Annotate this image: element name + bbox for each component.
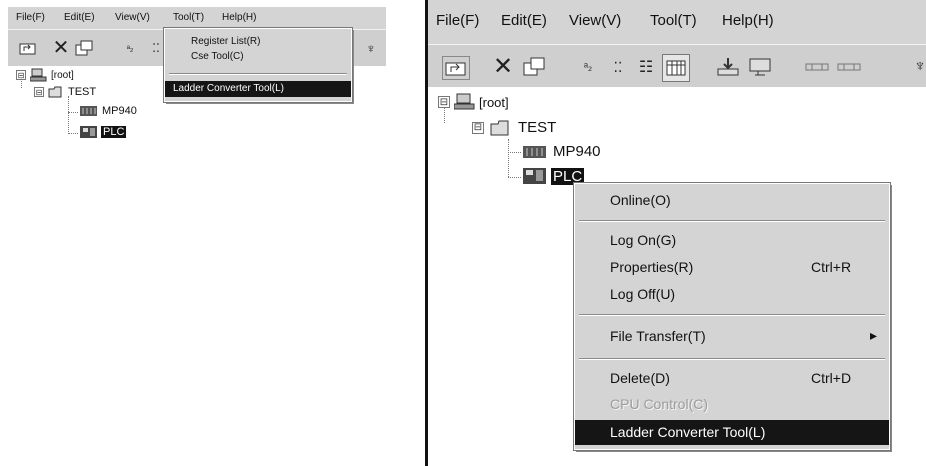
- menu-item-log-off[interactable]: Log Off(U): [575, 283, 889, 305]
- menu-help[interactable]: Help(H): [722, 12, 774, 29]
- plc-icon: [80, 126, 97, 138]
- folder-icon: [490, 120, 509, 135]
- tree-root[interactable]: ⊟ [root]: [438, 93, 509, 111]
- tree-folder-test[interactable]: ⊟ TEST: [34, 86, 96, 98]
- computer-icon: [454, 93, 475, 110]
- tree-item-label: PLC: [101, 126, 127, 138]
- ladder-icon-2[interactable]: [836, 59, 862, 75]
- details-icon[interactable]: ☷: [634, 56, 658, 78]
- detail-grid-icon[interactable]: [662, 54, 690, 82]
- menu-separator: [579, 358, 885, 360]
- menu-item-online[interactable]: Online(O): [575, 188, 889, 212]
- collapse-icon[interactable]: ⊟: [34, 87, 44, 97]
- submenu-arrow-icon: ▸: [870, 327, 878, 343]
- menu-item-register-list[interactable]: Register List(R): [165, 35, 351, 49]
- ladder-icon-1[interactable]: [804, 59, 830, 75]
- menu-separator: [579, 314, 885, 316]
- collapse-icon[interactable]: ⊟: [438, 96, 450, 108]
- delete-icon[interactable]: ✕: [50, 37, 72, 59]
- menu-item-delete[interactable]: Delete(D) Ctrl+D: [575, 367, 889, 389]
- tree-item-mp940[interactable]: MP940: [523, 143, 601, 160]
- menu-item-cse-tool[interactable]: Cse Tool(C): [165, 50, 351, 64]
- menu-view[interactable]: View(V): [569, 12, 621, 29]
- menu-file[interactable]: File(F): [16, 12, 45, 23]
- properties-icon[interactable]: [522, 56, 546, 78]
- menu-separator: [579, 220, 885, 222]
- tool-dropdown-menu: Register List(R) Cse Tool(C) Ladder Conv…: [163, 27, 353, 103]
- right-toolbar: ✕ ᵃ₂ ⁚⁚ ☷ ♆: [428, 44, 926, 88]
- menu-item-file-transfer[interactable]: File Transfer(T) ▸: [575, 324, 889, 348]
- properties-icon[interactable]: [74, 39, 94, 57]
- menu-tool[interactable]: Tool(T): [173, 12, 204, 23]
- download-icon[interactable]: [716, 56, 740, 78]
- tree-root[interactable]: ⊟ [root]: [16, 68, 74, 82]
- up-folder-icon[interactable]: [18, 39, 38, 57]
- tree-item-label: PLC: [551, 167, 585, 185]
- list-view-icon[interactable]: ⁚⁚: [606, 56, 630, 78]
- tree-item-mp940[interactable]: MP940: [80, 105, 137, 117]
- plc-icon: [523, 168, 546, 184]
- menu-item-properties[interactable]: Properties(R) Ctrl+R: [575, 256, 889, 278]
- tree-item-label: MP940: [102, 105, 137, 117]
- small-icons-icon[interactable]: ᵃ₂: [576, 56, 600, 78]
- collapse-icon[interactable]: ⊟: [472, 121, 484, 134]
- delete-icon[interactable]: ✕: [490, 53, 516, 80]
- menu-help[interactable]: Help(H): [222, 12, 256, 23]
- menu-item-ladder-converter[interactable]: Ladder Converter Tool(L): [575, 420, 889, 445]
- controller-icon: [523, 145, 546, 158]
- view-icon-1[interactable]: ᵃ₂: [120, 39, 140, 57]
- controller-icon: [80, 106, 97, 116]
- menu-separator: [169, 73, 347, 75]
- tree-folder-label: TEST: [68, 86, 97, 98]
- menu-item-log-on[interactable]: Log On(G): [575, 229, 889, 251]
- left-menubar: File(F) Edit(E) View(V) Tool(T) Help(H): [8, 7, 386, 30]
- tree-root-label: [root]: [479, 94, 509, 110]
- tree-folder-label: TEST: [518, 119, 557, 136]
- pin-icon[interactable]: ♆: [363, 39, 379, 57]
- collapse-icon[interactable]: ⊟: [16, 70, 26, 80]
- right-menubar: File(F) Edit(E) View(V) Tool(T) Help(H): [428, 0, 926, 45]
- tree-item-label: MP940: [553, 143, 601, 160]
- tree-root-label: [root]: [51, 69, 74, 81]
- left-screenshot: File(F) Edit(E) View(V) Tool(T) Help(H) …: [8, 7, 386, 157]
- menu-edit[interactable]: Edit(E): [64, 12, 95, 23]
- menu-item-ladder-converter[interactable]: Ladder Converter Tool(L): [165, 81, 351, 97]
- pin-icon[interactable]: ♆: [914, 56, 926, 78]
- tree-item-plc[interactable]: PLC: [80, 125, 127, 139]
- context-menu: Online(O) Log On(G) Properties(R) Ctrl+R…: [573, 182, 891, 451]
- up-folder-icon[interactable]: [442, 56, 470, 80]
- menu-tool[interactable]: Tool(T): [650, 12, 697, 29]
- menu-item-cpu-control: CPU Control(C): [610, 396, 709, 412]
- view-icon-2[interactable]: ⁚⁚: [146, 39, 166, 57]
- monitor-icon[interactable]: [748, 56, 772, 78]
- menu-view[interactable]: View(V): [115, 12, 150, 23]
- folder-icon: [48, 86, 62, 98]
- computer-icon: [30, 68, 47, 82]
- tree-folder-test[interactable]: ⊟ TEST: [472, 119, 556, 136]
- menu-edit[interactable]: Edit(E): [501, 12, 547, 29]
- menu-file[interactable]: File(F): [436, 12, 479, 29]
- right-screenshot: File(F) Edit(E) View(V) Tool(T) Help(H) …: [425, 0, 926, 466]
